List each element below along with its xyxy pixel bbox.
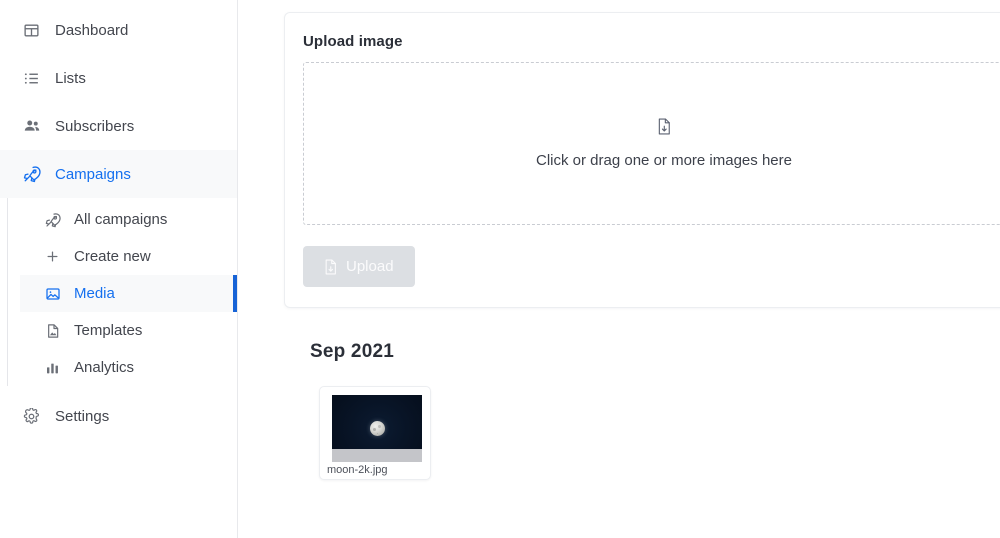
image-dropzone[interactable]: Click or drag one or more images here	[303, 62, 1000, 225]
bar-chart-icon	[44, 359, 61, 376]
sidebar-item-analytics[interactable]: Analytics	[20, 349, 237, 386]
moon-graphic	[369, 421, 385, 436]
media-thumbnail[interactable]: moon-2k.jpg	[319, 386, 431, 480]
file-image-icon	[44, 322, 61, 339]
sidebar-item-dashboard[interactable]: Dashboard	[0, 6, 237, 54]
thumbnail-image	[332, 395, 422, 462]
page-title: Upload image	[303, 33, 403, 50]
sidebar-item-settings[interactable]: Settings	[0, 392, 237, 440]
sidebar-item-subscribers[interactable]: Subscribers	[0, 102, 237, 150]
campaigns-submenu: All campaigns Create new Media Templates…	[0, 198, 237, 392]
upload-button[interactable]: Upload	[303, 246, 415, 287]
list-icon	[22, 69, 41, 88]
upload-image-card: Upload image Click or drag one or more i…	[284, 12, 1000, 308]
sidebar-item-all-campaigns[interactable]: All campaigns	[20, 201, 237, 238]
sidebar-item-templates[interactable]: Templates	[20, 312, 237, 349]
sidebar-item-label: Settings	[55, 407, 110, 425]
main-content: Upload image Click or drag one or more i…	[238, 0, 1000, 538]
dropzone-label: Click or drag one or more images here	[536, 152, 792, 169]
sidebar-item-label: Dashboard	[55, 21, 129, 39]
media-filename: moon-2k.jpg	[327, 464, 388, 476]
sidebar-item-media[interactable]: Media	[20, 275, 237, 312]
sidebar-item-label: Subscribers	[55, 117, 135, 135]
sidebar-item-label: Campaigns	[55, 165, 131, 183]
image-icon	[44, 285, 61, 302]
sidebar-item-label: Analytics	[74, 359, 135, 376]
sidebar-item-label: Templates	[74, 322, 143, 339]
thumbnail-caption-strip	[332, 449, 422, 462]
gallery-group-title: Sep 2021	[310, 341, 394, 362]
sidebar-item-label: Lists	[55, 69, 86, 87]
upload-button-label: Upload	[346, 258, 394, 275]
dashboard-icon	[22, 21, 41, 40]
file-upload-icon	[657, 118, 671, 135]
sidebar-item-create-new[interactable]: Create new	[20, 238, 237, 275]
thumbnail-row: moon-2k.jpg	[319, 386, 1000, 480]
sidebar-item-lists[interactable]: Lists	[0, 54, 237, 102]
gear-icon	[22, 407, 41, 426]
sidebar-item-label: Create new	[74, 248, 151, 265]
sidebar-item-label: Media	[74, 285, 115, 302]
sidebar-item-label: All campaigns	[74, 211, 168, 228]
sidebar-item-campaigns[interactable]: Campaigns	[0, 150, 237, 198]
sidebar: Dashboard Lists Subscribers Campaigns Al…	[0, 0, 238, 538]
rocket-icon	[44, 211, 61, 228]
media-page: Dashboard Lists Subscribers Campaigns Al…	[0, 0, 1000, 538]
media-gallery: Sep 2021 moon-2k.jpg	[284, 341, 1000, 480]
users-icon	[22, 117, 41, 136]
file-upload-icon	[324, 259, 337, 275]
rocket-icon	[22, 165, 41, 184]
plus-icon	[44, 248, 61, 265]
